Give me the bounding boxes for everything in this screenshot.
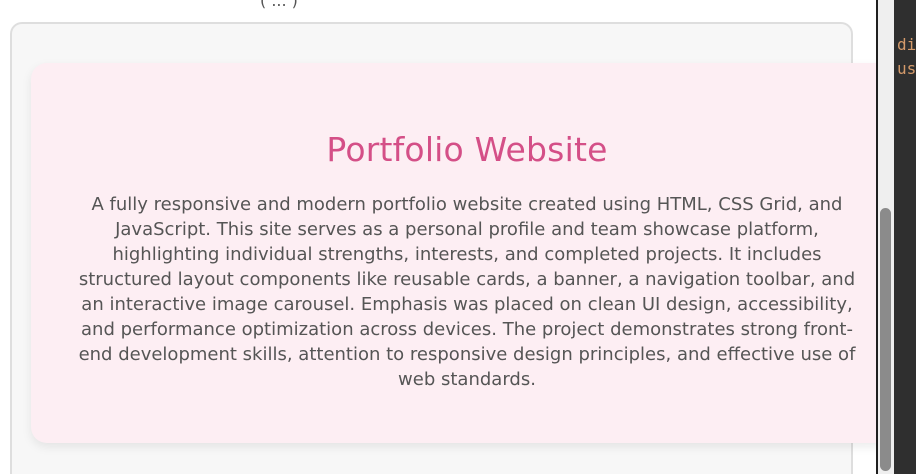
project-title: Portfolio Website <box>326 130 608 169</box>
code-line: us <box>897 59 916 78</box>
code-line: di <box>897 35 916 54</box>
page-root: ( ... ) Portfolio Website A fully respon… <box>0 0 916 474</box>
scrollbar-thumb[interactable] <box>880 208 891 471</box>
top-text-fragment: ( ... ) <box>260 0 298 10</box>
project-description: A fully responsive and modern portfolio … <box>78 194 856 390</box>
project-card: Portfolio Website A fully responsive and… <box>31 63 891 443</box>
